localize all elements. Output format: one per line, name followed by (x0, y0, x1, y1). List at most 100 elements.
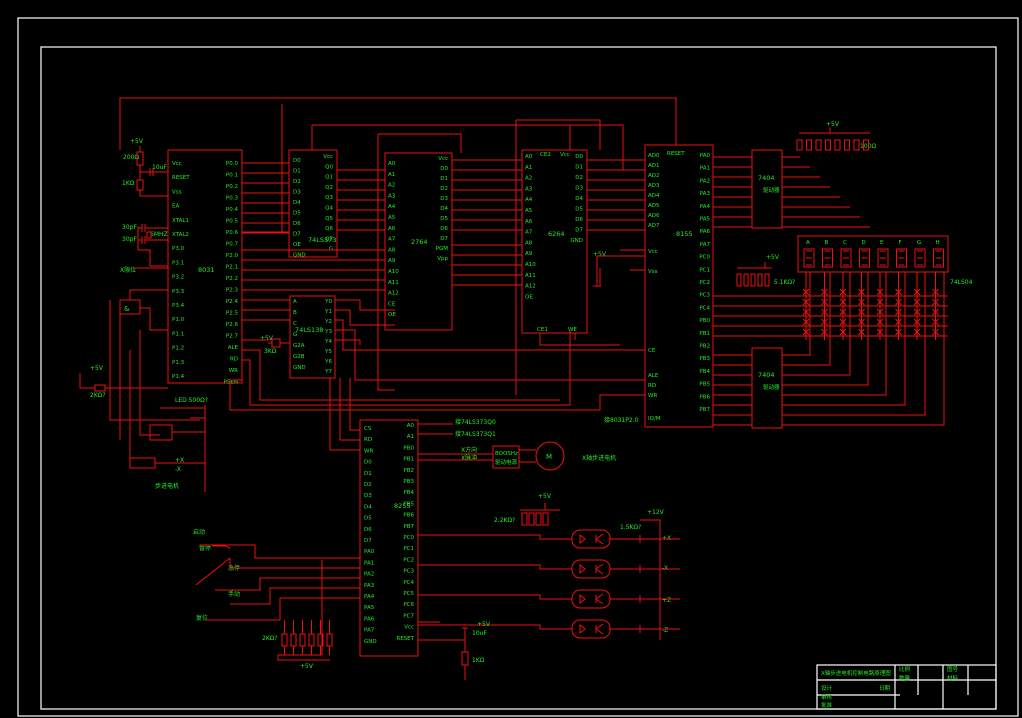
tb-mat: 材料 (947, 674, 959, 682)
p8155-right-pin: PA5 (700, 217, 711, 223)
eprom-right-pin: D3 (440, 196, 448, 202)
mcu-right-pin: P0.2 (226, 184, 238, 190)
p8155-right-pin: PA0 (700, 153, 711, 159)
title-text: X轴步进电机控制电路原理图 (821, 669, 891, 677)
mcu-right-pin: P2.1 (226, 265, 238, 271)
dec-left-pin: G2B (293, 354, 305, 360)
led-section: +5V 2KΩ? LED 500Ω? +X -X 步进电机 (79, 330, 208, 492)
p8155-right-pin: PB0 (699, 318, 710, 324)
ram-right-pin: D6 (575, 217, 583, 223)
dec-r3k-label: 3KΩ (264, 348, 277, 355)
digit-letter: D (862, 240, 866, 246)
driver1-name: 7404 (758, 174, 775, 182)
mcu-left-pin: XTAL2 (172, 232, 189, 238)
ram-ce1: CE1 (537, 327, 548, 333)
reset-c10-label: 10uF (152, 164, 167, 171)
p8255-left-pin: D0 (364, 460, 372, 466)
p8155-right-pin: PB6 (699, 394, 710, 400)
latch-right-pin: Vcc (323, 154, 333, 160)
eprom-left-pin: A6 (388, 226, 396, 232)
seg-vcc-label: +5V (826, 121, 840, 128)
p8155-right-pin: PC2 (699, 280, 710, 286)
eprom-right-pin: D4 (440, 206, 448, 212)
mcu-right-pin: WR (229, 368, 238, 374)
seven-seg-segments (861, 250, 868, 266)
mcu-right-pin: P2.0 (226, 253, 239, 259)
p8255-right-pin: PB3 (403, 479, 414, 485)
p8155-right-pin: PA6 (700, 229, 711, 235)
circuit-schematic: VccRESETVssEAXTAL1XTAL2P3.0P3.1P3.2P3.3P… (17, 17, 1019, 717)
dec-right-pin: Y1 (324, 309, 332, 315)
dec-left-pin: G2A (293, 343, 305, 349)
eprom-2764: A0 A1 A2 A3 A4 A5 A6 A7 A8 A9 A10 A11 A12 CE OE Vcc D0 D… (384, 152, 453, 331)
eprom-right-pin: D6 (440, 226, 448, 232)
latch-left-pin: D6 (293, 221, 301, 227)
ram-right-pin: D7 (575, 228, 583, 234)
latch-74ls373: D0D1D2D3D4D5D6D7OEGND VccQ0Q1Q2Q3Q4Q5Q6Q… (288, 149, 338, 259)
ram-left-pin: A3 (525, 186, 533, 192)
pio-8155: AD0 AD1 AD2 AD3 AD4 AD5 AD6 AD7 Vcc Vss CE ALE RD WR I… (593, 144, 714, 428)
driver-box-label: BOOSHz (495, 451, 518, 457)
eprom-right-pin: D2 (440, 186, 448, 192)
dec-right-pin: Y4 (324, 339, 332, 345)
ram-left-pin: A11 (525, 273, 536, 279)
to-373q1-label: 接74LS373Q1 (455, 430, 496, 438)
mcu-right-pin: P2.6 (226, 322, 239, 328)
opto-internal (579, 533, 604, 545)
opto-internal (579, 623, 604, 635)
mcu-name: 8031 (198, 266, 215, 274)
out-pz-label: +Z (662, 597, 671, 604)
dec-right-pin: Y5 (324, 349, 332, 355)
p8255-left-pin: PA7 (364, 628, 375, 634)
p8255-name: 8255 (394, 502, 411, 510)
to-8031-p20-label: 接8031P2.0 (604, 416, 639, 424)
p8155-left-pin: CE (648, 348, 656, 354)
p8155-right-pin: PA1 (700, 166, 710, 172)
eprom-left-pin: A4 (388, 204, 396, 210)
p8255-left-pin: D4 (364, 504, 372, 510)
latch-left-pin: D4 (293, 200, 301, 206)
opto-vcc-label: +5V (538, 493, 552, 500)
minus-x-label: -X (175, 466, 181, 473)
resistor (542, 512, 549, 526)
dir-switch-label: 步进电机 (155, 482, 179, 490)
digit-letter: B (825, 240, 829, 246)
p8255-right-pin: PB4 (403, 490, 414, 496)
ram-right-pin: D0 (575, 154, 583, 160)
p8255-right-pin: RESET (396, 636, 414, 642)
mcu-left-pin: Vss (172, 189, 182, 195)
tb-design: 设计 (821, 684, 833, 692)
p8255-left-pin: PA5 (364, 605, 375, 611)
mcu-left-pin: P3.3 (172, 289, 185, 295)
p8255-right-pin: PC2 (403, 557, 414, 563)
digit-letter: H (936, 240, 940, 246)
ram-left-pin: A8 (525, 240, 533, 246)
seven-seg-segments (898, 250, 905, 266)
x-limit-label: X限位 (120, 266, 136, 274)
latch-left-pin: D1 (293, 169, 301, 175)
resistor (308, 633, 315, 647)
p8155-right-pin: PB7 (699, 407, 710, 413)
p8255-left-pin: D6 (364, 527, 372, 533)
ram-right-pin: D5 (575, 207, 583, 213)
p8155-left-pin: AD4 (648, 193, 660, 199)
p8255-right-pin: PB0 (403, 445, 414, 451)
mcu-right-pin: P0.0 (226, 161, 239, 167)
out-mz-label: -Z (662, 627, 668, 634)
opto-wire (418, 564, 680, 573)
p8255-left-pin: CS (364, 426, 372, 432)
latch-left-pin: D5 (293, 211, 301, 217)
latch-right-pin: Q2 (325, 185, 333, 191)
p8255-left-pin: D3 (364, 493, 372, 499)
mcu-right-pin: P2.5 (226, 311, 239, 317)
mcu-right-pin: P0.6 (226, 230, 239, 236)
mcu-right-pin: P0.3 (226, 196, 239, 202)
optocoupler (571, 559, 611, 579)
mcu-left-pin: P3.1 (172, 260, 184, 266)
p8255-left-pin: D1 (364, 471, 372, 477)
dec-right-pin: Y7 (324, 369, 332, 375)
eprom-name: 2764 (411, 238, 428, 246)
mcu-left-pin: P1.3 (172, 360, 185, 366)
driver2-name: 7404 (758, 371, 775, 379)
ram-left-pin: A0 (525, 154, 533, 160)
